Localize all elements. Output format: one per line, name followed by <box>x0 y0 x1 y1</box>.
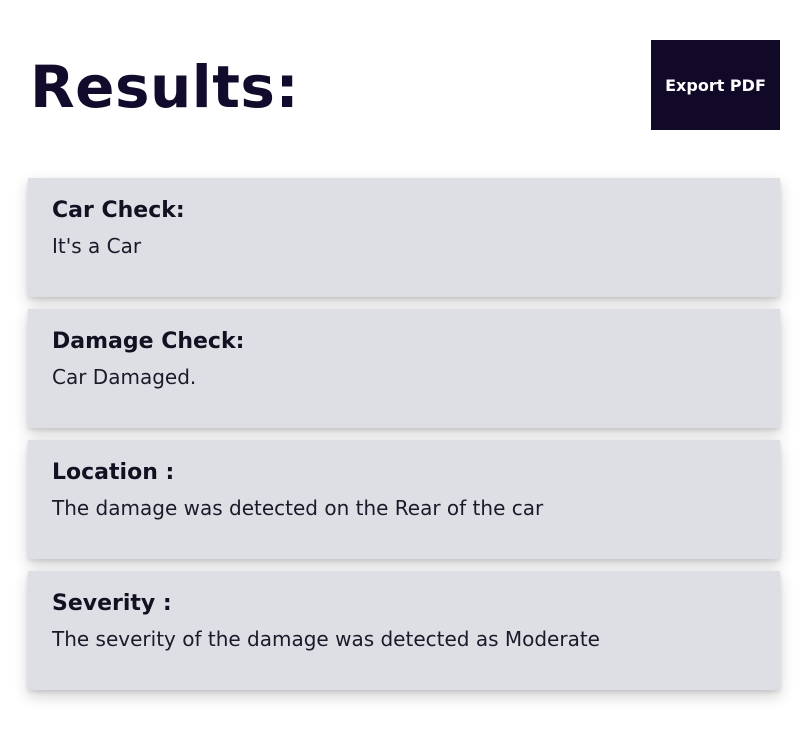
car-check-value: It's a Car <box>52 234 142 258</box>
damage-check-value: Car Damaged. <box>52 365 197 389</box>
car-check-label: Car Check: <box>52 198 185 223</box>
location-label: Location : <box>52 460 175 485</box>
result-card-damage-check: Damage Check: Car Damaged. <box>28 309 780 428</box>
result-card-location: Location : The damage was detected on th… <box>28 440 780 559</box>
result-card-severity: Severity : The severity of the damage wa… <box>28 571 780 690</box>
severity-label: Severity : <box>52 591 172 616</box>
page-title: Results: <box>30 53 300 121</box>
result-card-car-check: Car Check: It's a Car <box>28 178 780 297</box>
results-list: Car Check: It's a Car Damage Check: Car … <box>28 178 780 690</box>
damage-check-label: Damage Check: <box>52 329 245 354</box>
location-value: The damage was detected on the Rear of t… <box>52 496 544 520</box>
export-pdf-button[interactable]: Export PDF <box>651 40 780 130</box>
severity-value: The severity of the damage was detected … <box>52 627 600 651</box>
